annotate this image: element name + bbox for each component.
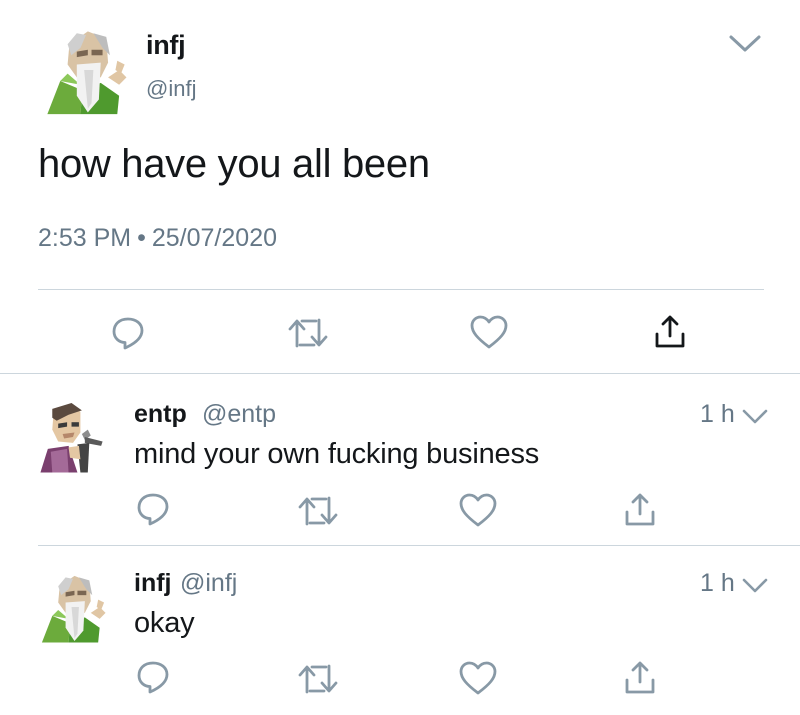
reply-button[interactable] [134, 658, 172, 696]
main-handle[interactable]: @infj [146, 76, 196, 102]
share-button[interactable] [622, 490, 658, 528]
old-wizard-avatar-icon [47, 31, 127, 115]
retweet-button[interactable] [286, 316, 330, 350]
tweet-text: how have you all been [38, 142, 430, 186]
like-icon [459, 493, 497, 527]
share-icon [625, 493, 655, 526]
reply-icon [137, 661, 169, 694]
reply-icon [137, 493, 169, 526]
like-button[interactable] [458, 660, 498, 696]
divider [38, 545, 800, 546]
tweet-date: 25/07/2020 [151, 224, 277, 252]
tweet-timestamp: 2:53 PM • 25/07/2020 [38, 224, 277, 253]
reply-text: mind your own fucking business [134, 438, 540, 470]
chevron-down-icon[interactable] [742, 578, 768, 594]
reply-avatar[interactable] [36, 570, 110, 644]
retweet-icon [288, 318, 328, 348]
reply-button[interactable] [134, 490, 172, 528]
old-wizard-avatar-icon [41, 575, 106, 643]
reply-display-name[interactable]: infj [134, 569, 172, 598]
chevron-down-icon[interactable] [728, 34, 762, 54]
share-icon [655, 315, 685, 348]
like-button[interactable] [458, 492, 498, 528]
reply-icon [112, 317, 144, 350]
like-button[interactable] [469, 314, 509, 350]
reply-display-name[interactable]: entp [134, 400, 187, 429]
meta-separator: • [137, 224, 146, 252]
retweet-icon [298, 496, 338, 526]
like-icon [470, 315, 508, 349]
reply-handle[interactable]: @infj [180, 569, 237, 598]
retweet-icon [298, 664, 338, 694]
reply-button[interactable] [109, 314, 147, 352]
reply-time: 1 h [700, 569, 735, 597]
share-button[interactable] [652, 312, 688, 350]
reply-text: okay [134, 607, 195, 639]
share-button[interactable] [622, 658, 658, 696]
tweet-time: 2:53 PM [38, 224, 132, 252]
reply-avatar[interactable] [36, 400, 110, 474]
main-avatar[interactable] [40, 24, 132, 116]
divider [0, 373, 800, 374]
reply-time: 1 h [700, 400, 735, 428]
retweet-button[interactable] [296, 662, 340, 696]
retweet-button[interactable] [296, 494, 340, 528]
main-display-name[interactable]: infj [146, 30, 186, 61]
reply-handle[interactable]: @entp [202, 400, 276, 429]
like-icon [459, 661, 497, 695]
debater-avatar-icon [40, 402, 103, 473]
divider [38, 289, 764, 290]
chevron-down-icon[interactable] [742, 409, 768, 425]
share-icon [625, 661, 655, 694]
